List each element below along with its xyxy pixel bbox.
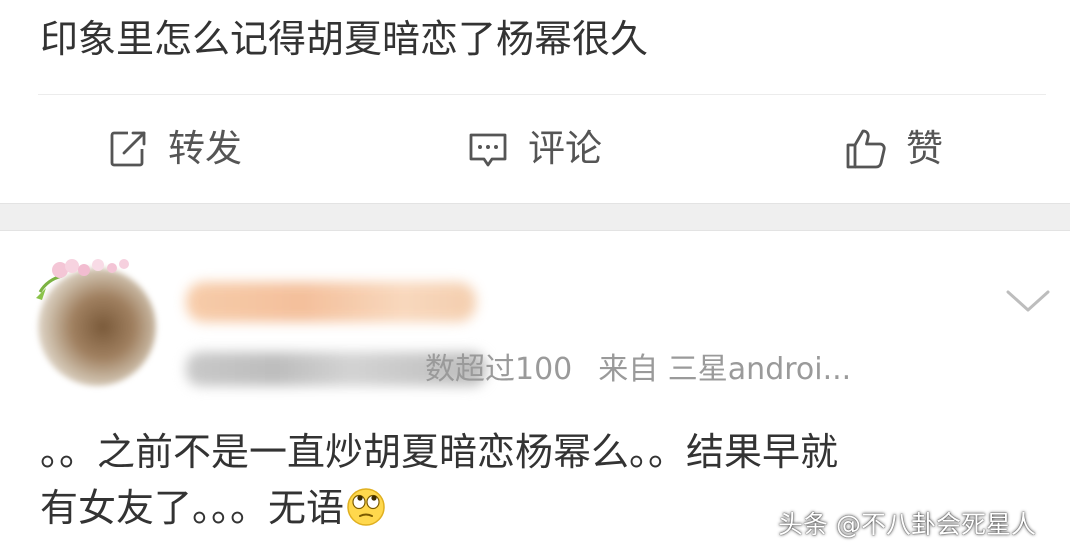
repost-icon (106, 127, 150, 171)
action-bar: 转发 评论 赞 (0, 95, 1070, 203)
weibo-post-screen: 印象里怎么记得胡夏暗恋了杨幂很久 转发 评论 赞 数超过100 来自 三星and… (0, 0, 1070, 552)
post-text: 印象里怎么记得胡夏暗恋了杨幂很久 (40, 17, 649, 61)
avatar-pendant-flower-icon (32, 256, 152, 306)
comment-label: 评论 (528, 127, 602, 170)
eye-roll-emoji-icon (346, 487, 386, 527)
reply-count-text: 数超过100 (425, 352, 573, 387)
username-blurred[interactable] (186, 282, 476, 322)
repost-label: 转发 (168, 127, 242, 170)
chevron-down-icon[interactable] (1004, 286, 1052, 316)
comment-line-1: 。。之前不是一直炒胡夏暗恋杨幂么。。结果早就 (40, 430, 839, 474)
repost-button[interactable]: 转发 (106, 95, 242, 203)
like-label: 赞 (906, 127, 943, 170)
comment-button[interactable]: 评论 (466, 95, 602, 203)
comment-line-2-text: 有女友了。。。无语 (40, 486, 345, 530)
comment-icon (466, 127, 510, 171)
source-text: 来自 三星androi... (598, 352, 852, 387)
watermark: 头条 @不八卦会死星人 (778, 510, 1036, 539)
section-separator (0, 203, 1070, 231)
comment-meta: 数超过100 来自 三星androi... (425, 350, 851, 390)
like-button[interactable]: 赞 (844, 95, 943, 203)
thumbs-up-icon (844, 127, 888, 171)
